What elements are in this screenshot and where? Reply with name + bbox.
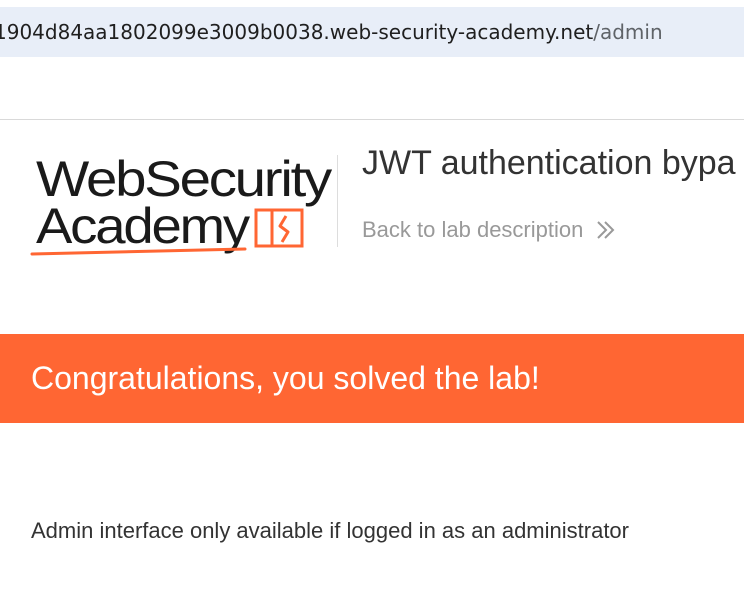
browser-toolbar: 1904d84aa1802099e3009b0038.web-security-…	[0, 0, 744, 60]
academy-logo[interactable]: WebSecurity Academy	[30, 150, 340, 262]
back-to-lab-description-link[interactable]: Back to lab description	[362, 215, 617, 245]
admin-access-message: Admin interface only available if logged…	[31, 518, 629, 543]
logo-line2: Academy	[36, 198, 250, 254]
address-bar-url[interactable]: 1904d84aa1802099e3009b0038.web-security-…	[0, 19, 663, 45]
congratulations-text: Congratulations, you solved the lab!	[31, 360, 540, 396]
logo-separator	[337, 155, 338, 247]
double-chevron-right-icon	[597, 221, 615, 239]
back-link-label: Back to lab description	[362, 217, 584, 242]
url-path: /admin	[593, 20, 663, 44]
academy-logo-icon: WebSecurity Academy	[30, 151, 334, 256]
lab-title: JWT authentication bypa	[362, 144, 736, 182]
url-host: 1904d84aa1802099e3009b0038.web-security-…	[0, 20, 594, 44]
address-bar[interactable]: 1904d84aa1802099e3009b0038.web-security-…	[0, 7, 744, 57]
congratulations-banner: Congratulations, you solved the lab!	[0, 334, 744, 423]
header-divider	[0, 119, 744, 120]
